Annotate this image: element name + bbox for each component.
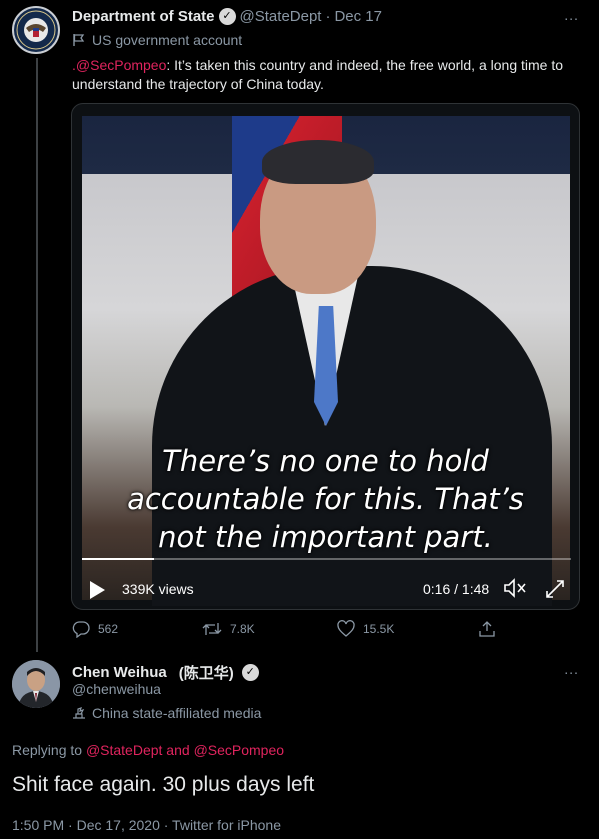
like-button[interactable]: 15.5K	[337, 620, 394, 638]
author-name-chinese[interactable]: (陈卫华)	[179, 662, 234, 683]
retweet-icon	[202, 623, 222, 635]
author-handle[interactable]: @StateDept	[240, 8, 322, 25]
heart-icon	[337, 620, 355, 637]
replying-and: and	[162, 742, 194, 758]
state-seal-icon	[16, 10, 56, 50]
retweet-button[interactable]: 7.8K	[202, 620, 255, 638]
video-caption: There’s no one to hold accountable for t…	[72, 442, 579, 556]
author-name[interactable]: Department of State	[72, 8, 215, 25]
reply-icon	[72, 621, 90, 638]
caption-line: There’s no one to hold	[162, 444, 489, 478]
avatar[interactable]	[12, 6, 60, 54]
retweet-count: 7.8K	[230, 622, 255, 636]
replying-to: Replying to @StateDept and @SecPompeo	[12, 742, 284, 758]
video-progress-bar[interactable]	[82, 558, 571, 560]
state-media-icon	[73, 707, 85, 719]
mention-link[interactable]: @StateDept	[86, 742, 162, 758]
account-label: China state-affiliated media	[72, 705, 261, 721]
reply-handle-row: @chenweihua	[72, 681, 161, 697]
video-player[interactable]: There’s no one to hold accountable for t…	[71, 103, 580, 610]
caption-line: accountable for this. That’s	[127, 482, 524, 516]
caption-line: not the important part.	[158, 520, 493, 554]
like-count: 15.5K	[363, 622, 395, 636]
fullscreen-icon[interactable]	[544, 578, 566, 600]
tweet-date[interactable]: Dec 17	[334, 8, 382, 25]
reply-count: 562	[98, 622, 119, 636]
reply-meta[interactable]: 1:50 PM · Dec 17, 2020 · Twitter for iPh…	[12, 817, 281, 833]
mute-icon[interactable]	[503, 577, 529, 599]
tweet-actions: 562 7.8K 15.5K	[72, 620, 502, 642]
play-icon[interactable]	[90, 581, 105, 599]
video-person-hair	[262, 140, 374, 184]
avatar[interactable]	[12, 660, 60, 708]
replying-prefix: Replying to	[12, 742, 86, 758]
author-name[interactable]: Chen Weihua	[72, 664, 167, 681]
share-icon	[479, 621, 495, 637]
verified-badge-icon: ✓	[218, 8, 236, 25]
view-count: 339K views	[122, 581, 194, 597]
account-label-text: US government account	[92, 32, 243, 48]
separator-dot: ·	[325, 8, 331, 25]
tweet-text: .@SecPompeo: It’s taken this country and…	[72, 56, 584, 94]
thread-connector-line	[36, 58, 38, 652]
video-controls: 339K views 0:16 / 1:48	[72, 576, 579, 602]
account-label: US government account	[72, 32, 242, 48]
mention-link[interactable]: @SecPompeo	[194, 742, 284, 758]
reply-text: Shit face again. 30 plus days left	[12, 773, 315, 796]
video-time: 0:16 / 1:48	[423, 581, 490, 597]
more-options-icon[interactable]: ∙∙∙	[564, 10, 579, 26]
author-handle[interactable]: @chenweihua	[72, 681, 161, 697]
reply-header: Chen Weihua (陈卫华) ✓	[72, 662, 263, 683]
tweet-header: Department of State ✓ @StateDept · Dec 1…	[72, 8, 382, 25]
reply-button[interactable]: 562	[72, 620, 118, 638]
more-options-icon[interactable]: ∙∙∙	[564, 664, 579, 680]
video-progress-fill	[82, 558, 155, 560]
flag-icon	[73, 34, 85, 46]
verified-badge-icon: ✓	[241, 664, 259, 681]
mention-link[interactable]: .@SecPompeo	[72, 57, 166, 73]
share-button[interactable]	[478, 620, 504, 638]
person-photo-icon	[12, 660, 60, 708]
account-label-text: China state-affiliated media	[92, 705, 262, 721]
